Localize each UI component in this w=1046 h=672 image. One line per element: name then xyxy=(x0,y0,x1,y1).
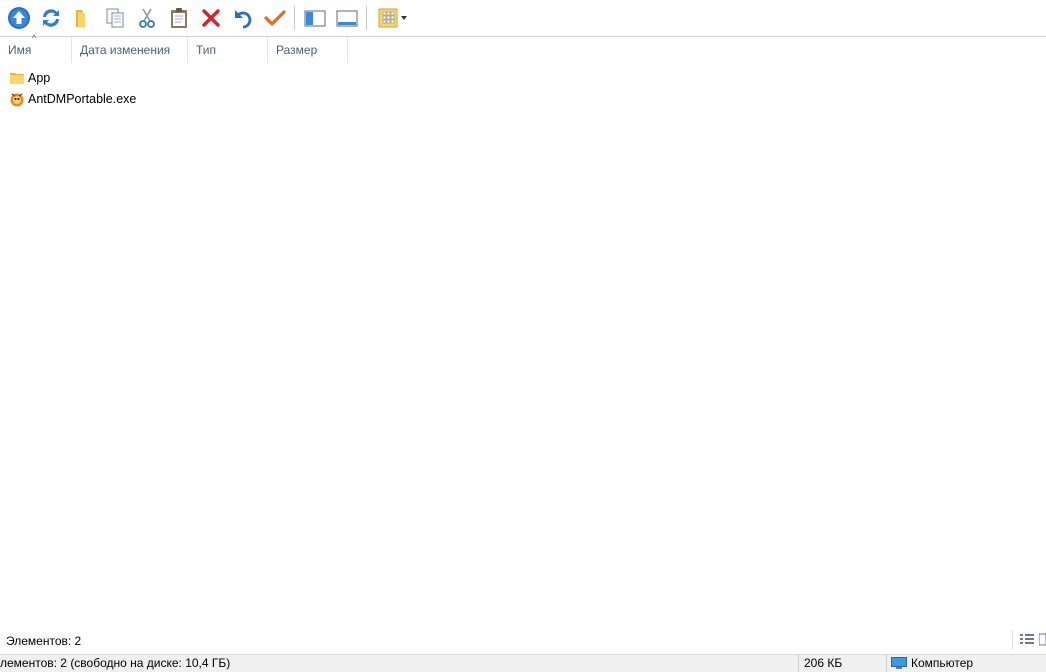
panel-preview-icon xyxy=(336,10,358,27)
cut-icon xyxy=(139,8,155,28)
toolbar-separator xyxy=(366,6,367,30)
details-view-icon[interactable] xyxy=(1019,633,1035,647)
preview-pane-button[interactable] xyxy=(334,5,360,31)
refresh-button[interactable] xyxy=(38,5,64,31)
status-bar: лементов: 2 (свободно на диске: 10,4 ГБ)… xyxy=(0,654,1046,672)
view-options-button[interactable] xyxy=(376,5,410,31)
large-icons-view-icon[interactable] xyxy=(1039,633,1046,647)
status-separator xyxy=(886,655,887,672)
status-separator xyxy=(798,655,799,672)
copy-button[interactable] xyxy=(102,5,128,31)
cut-button[interactable] xyxy=(134,5,160,31)
delete-button[interactable] xyxy=(198,5,224,31)
folder-icon xyxy=(10,72,24,84)
status-location: Компьютер xyxy=(911,656,974,670)
view-options-icon xyxy=(378,8,407,28)
app-exe-icon xyxy=(10,93,24,106)
apply-button[interactable] xyxy=(262,5,288,31)
new-folder-button[interactable] xyxy=(70,5,96,31)
column-header: ^ Имя Дата изменения Тип Размер xyxy=(0,33,1046,63)
dropdown-arrow-icon xyxy=(401,16,407,20)
up-button[interactable] xyxy=(6,5,32,31)
column-size[interactable]: Размер xyxy=(268,37,348,63)
toolbar xyxy=(0,0,1046,36)
file-name: App xyxy=(28,70,51,85)
column-name[interactable]: Имя xyxy=(0,37,72,63)
folder-icon xyxy=(76,10,85,28)
refresh-icon xyxy=(43,9,59,27)
undo-button[interactable] xyxy=(230,5,256,31)
panel-left-icon xyxy=(304,10,326,27)
paste-button[interactable] xyxy=(166,5,192,31)
undo-icon xyxy=(235,10,252,29)
delete-icon xyxy=(202,9,220,27)
checkmark-icon xyxy=(264,10,286,26)
computer-icon xyxy=(891,657,907,669)
list-item[interactable]: App xyxy=(9,67,50,88)
items-status: Элементов: 2 xyxy=(0,628,1046,652)
navigation-pane-button[interactable] xyxy=(302,5,328,31)
paste-icon xyxy=(171,8,187,28)
column-date-modified[interactable]: Дата изменения xyxy=(72,37,188,63)
status-size: 206 КБ xyxy=(804,656,843,670)
status-summary: лементов: 2 (свободно на диске: 10,4 ГБ) xyxy=(0,656,231,670)
items-count: Элементов: 2 xyxy=(6,634,82,648)
file-name: AntDMPortable.exe xyxy=(28,91,137,106)
status-separator xyxy=(1012,630,1013,650)
column-type[interactable]: Тип xyxy=(188,37,268,63)
up-icon xyxy=(8,7,30,29)
toolbar-separator xyxy=(294,6,295,30)
list-item[interactable]: AntDMPortable.exe xyxy=(9,88,136,109)
copy-icon xyxy=(106,8,124,28)
